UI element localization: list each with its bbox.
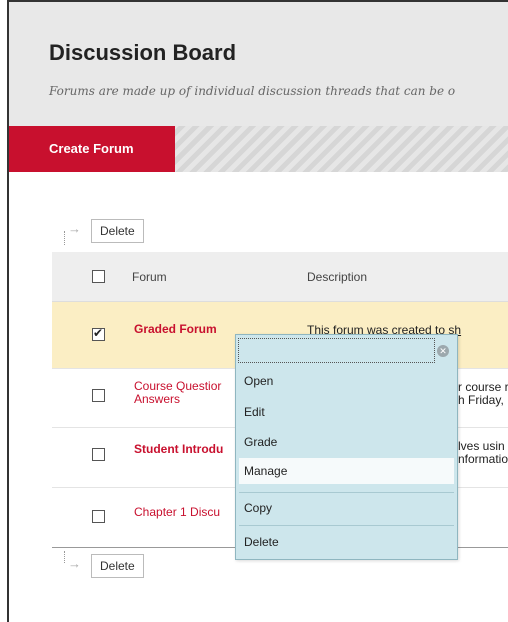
row-checkbox[interactable]: [92, 389, 105, 402]
table-header-row: Forum Description: [52, 252, 508, 302]
page-header: Discussion Board Forums are made up of i…: [9, 2, 508, 126]
forum-link[interactable]: Graded Forum: [134, 323, 217, 336]
page-subtitle: Forums are made up of individual discuss…: [49, 84, 456, 98]
forum-description: r course r: [458, 380, 508, 394]
menu-item-manage[interactable]: Manage: [239, 458, 454, 484]
row-checkbox[interactable]: [92, 510, 105, 523]
menu-item-grade[interactable]: Grade: [239, 429, 454, 455]
column-header-forum[interactable]: Forum: [132, 270, 167, 284]
row-checkbox[interactable]: [92, 448, 105, 461]
forum-description: lves usin: [458, 439, 505, 453]
delete-connector-line: [64, 551, 65, 563]
discussion-board-page: Discussion Board Forums are made up of i…: [7, 0, 508, 622]
context-menu-header: [238, 338, 435, 363]
page-title: Discussion Board: [49, 40, 237, 65]
select-all-checkbox[interactable]: [92, 270, 105, 283]
forum-link-line-2[interactable]: Answers: [134, 393, 180, 406]
menu-item-delete[interactable]: Delete: [239, 529, 454, 555]
action-bar: Create Forum: [9, 126, 508, 172]
forum-description-line-2: nformatio: [458, 452, 508, 466]
menu-divider: [239, 525, 454, 526]
context-menu: ✕ Open Edit Grade Manage Copy Delete: [235, 334, 458, 560]
delete-button-top[interactable]: Delete: [91, 219, 144, 243]
delete-connector-line: [64, 231, 65, 245]
menu-item-open[interactable]: Open: [239, 368, 454, 394]
forum-description-line-2: h Friday,: [458, 393, 504, 407]
arrow-right-icon: →: [68, 556, 81, 571]
menu-divider: [239, 492, 454, 493]
row-checkbox[interactable]: [92, 326, 105, 341]
menu-item-edit[interactable]: Edit: [239, 399, 454, 425]
arrow-right-icon: →: [68, 221, 81, 236]
menu-item-copy[interactable]: Copy: [239, 495, 454, 521]
column-header-description: Description: [307, 270, 368, 284]
delete-button-bottom[interactable]: Delete: [91, 554, 144, 578]
forum-link[interactable]: Chapter 1 Discu: [134, 506, 220, 519]
close-circle-icon[interactable]: ✕: [437, 345, 449, 357]
create-forum-button[interactable]: Create Forum: [9, 126, 175, 172]
forum-link[interactable]: Student Introdu: [134, 443, 223, 456]
